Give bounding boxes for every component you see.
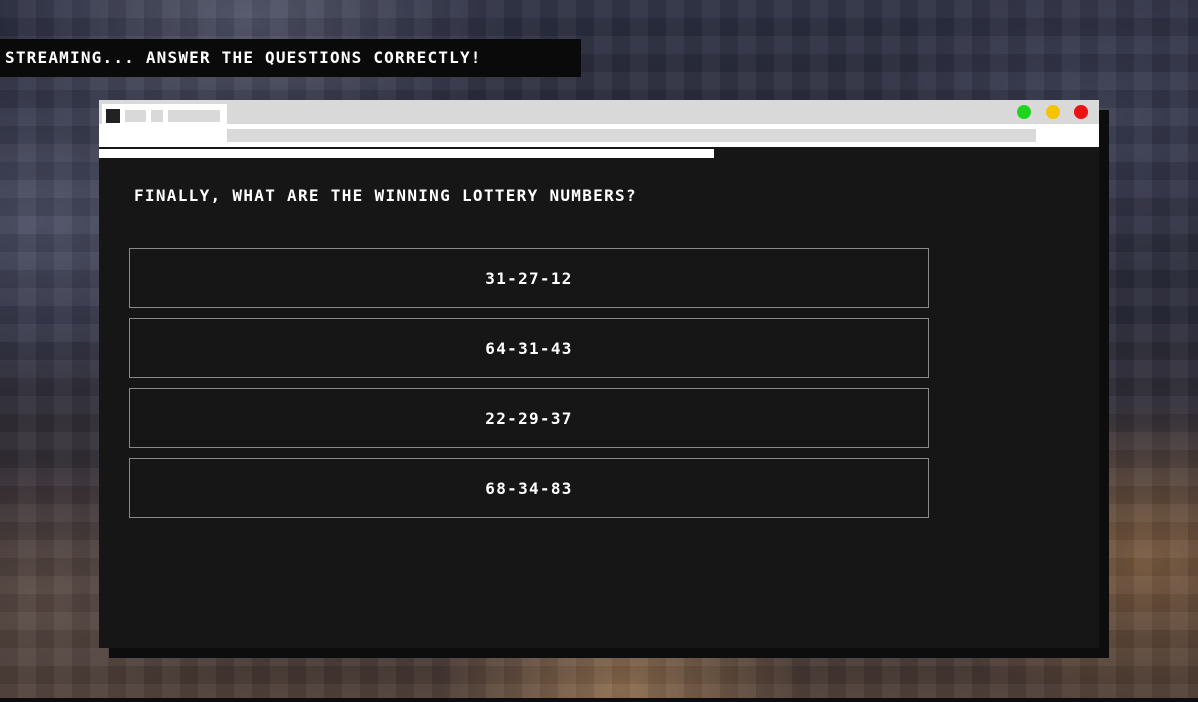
bottom-strip — [0, 698, 1198, 702]
question-text: FINALLY, WHAT ARE THE WINNING LOTTERY NU… — [134, 186, 637, 205]
answer-option-2[interactable]: 64-31-43 — [129, 318, 929, 378]
stream-ticker: STREAMING... ANSWER THE QUESTIONS CORREC… — [0, 39, 581, 77]
tab-title-placeholder — [168, 110, 220, 122]
address-field[interactable] — [227, 129, 1036, 142]
loading-progress-bar — [99, 149, 714, 158]
minimize-button[interactable] — [1017, 105, 1031, 119]
answer-option-4[interactable]: 68-34-83 — [129, 458, 929, 518]
close-button[interactable] — [1074, 105, 1088, 119]
answer-option-1[interactable]: 31-27-12 — [129, 248, 929, 308]
answer-option-3[interactable]: 22-29-37 — [129, 388, 929, 448]
tab-title-placeholder — [125, 110, 146, 122]
answer-list: 31-27-12 64-31-43 22-29-37 68-34-83 — [129, 248, 929, 528]
address-bar-row — [99, 124, 1099, 147]
quiz-window: FINALLY, WHAT ARE THE WINNING LOTTERY NU… — [99, 100, 1099, 648]
favicon-icon — [106, 109, 120, 123]
title-bar — [99, 100, 1099, 130]
maximize-button[interactable] — [1046, 105, 1060, 119]
tab-title-placeholder — [151, 110, 163, 122]
